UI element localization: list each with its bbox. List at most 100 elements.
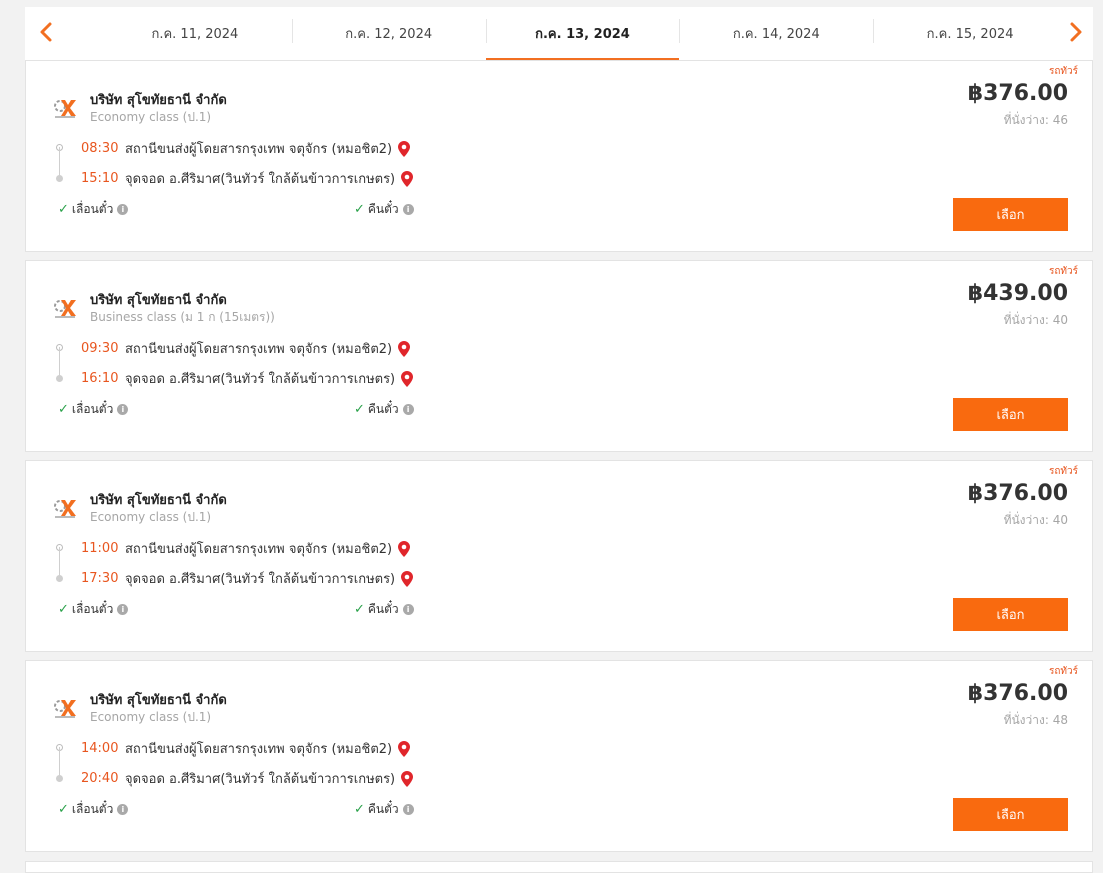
company-logo-icon [54, 700, 76, 718]
select-button[interactable]: เลือก [953, 798, 1068, 831]
arrival-stop: 16:10 จุดจอด อ.ศีริมาศ(วินทัวร์ ใกล้ต้นข… [81, 368, 414, 389]
map-pin-icon[interactable] [398, 140, 411, 157]
ticket-price: ฿439.00 [967, 281, 1068, 306]
check-icon: ✓ [354, 802, 365, 817]
map-pin-icon[interactable] [398, 340, 411, 357]
date-tab[interactable]: ก.ค. 14, 2024 [679, 7, 873, 60]
date-selector-bar: ก.ค. 11, 2024 ก.ค. 12, 2024 ก.ค. 13, 202… [25, 7, 1093, 61]
info-icon[interactable]: i [117, 404, 129, 415]
date-tab-active[interactable]: ก.ค. 13, 2024 [485, 7, 680, 61]
trip-card: รถทัวร์ บริษัท สุโขทัยธานี จำกัด Economy… [25, 660, 1093, 852]
bus-type-label: รถทัวร์ [1048, 266, 1078, 277]
select-button[interactable]: เลือก [953, 398, 1068, 431]
refund-policy: ✓ คืนตั๋ว i [354, 600, 414, 619]
date-tabs: ก.ค. 11, 2024 ก.ค. 12, 2024 ก.ค. 13, 202… [98, 7, 1067, 61]
trip-card: รถทัวร์ บริษัท สุโขทัยธานี จำกัด Economy… [25, 60, 1093, 252]
departure-station: สถานีขนส่งผู้โดยสารกรุงเทพ จตุจักร (หมอช… [125, 542, 393, 557]
departure-station: สถานีขนส่งผู้โดยสารกรุงเทพ จตุจักร (หมอช… [125, 742, 393, 757]
map-pin-icon[interactable] [398, 740, 411, 757]
seat-class: Economy class (ป.1) [90, 510, 212, 524]
select-button[interactable]: เลือก [953, 598, 1068, 631]
reschedule-label: เลื่อนตั๋ว [71, 402, 114, 416]
info-icon[interactable]: i [402, 404, 414, 415]
seat-class: Business class (ม 1 ก (15เมตร)) [90, 310, 275, 324]
arrival-stop: 17:30 จุดจอด อ.ศีริมาศ(วินทัวร์ ใกล้ต้นข… [81, 568, 414, 589]
date-tab[interactable]: ก.ค. 15, 2024 [873, 7, 1067, 60]
map-pin-icon[interactable] [401, 770, 414, 787]
company-name: บริษัท สุโขทัยธานี จำกัด [90, 493, 227, 508]
date-tab[interactable]: ก.ค. 11, 2024 [98, 7, 292, 60]
reschedule-policy: ✓ เลื่อนตั๋ว i [58, 800, 129, 819]
route-line [59, 547, 60, 578]
refund-policy: ✓ คืนตั๋ว i [354, 800, 414, 819]
departure-time: 08:30 [81, 141, 119, 156]
info-icon[interactable]: i [117, 804, 129, 815]
map-pin-icon[interactable] [401, 170, 414, 187]
arrival-dot [56, 575, 63, 582]
arrival-time: 15:10 [81, 171, 119, 186]
departure-stop: 08:30 สถานีขนส่งผู้โดยสารกรุงเทพ จตุจักร… [81, 138, 411, 159]
check-icon: ✓ [58, 202, 69, 217]
info-icon[interactable]: i [402, 804, 414, 815]
chevron-right-icon[interactable] [1063, 19, 1089, 45]
departure-station: สถานีขนส่งผู้โดยสารกรุงเทพ จตุจักร (หมอช… [125, 342, 393, 357]
info-icon[interactable]: i [402, 604, 414, 615]
bus-type-label: รถทัวร์ [1048, 666, 1078, 677]
company-name: บริษัท สุโขทัยธานี จำกัด [90, 693, 227, 708]
map-pin-icon[interactable] [401, 370, 414, 387]
departure-stop: 14:00 สถานีขนส่งผู้โดยสารกรุงเทพ จตุจักร… [81, 738, 411, 759]
arrival-stop: 20:40 จุดจอด อ.ศีริมาศ(วินทัวร์ ใกล้ต้นข… [81, 768, 414, 789]
map-pin-icon[interactable] [398, 540, 411, 557]
reschedule-policy: ✓ เลื่อนตั๋ว i [58, 600, 129, 619]
arrival-dot [56, 175, 63, 182]
route-line [59, 147, 60, 178]
arrival-station: จุดจอด อ.ศีริมาศ(วินทัวร์ ใกล้ต้นข้าวการ… [125, 372, 396, 387]
trip-card: รถทัวร์ บริษัท สุโขทัยธานี จำกัด Busines… [25, 260, 1093, 452]
departure-time: 09:30 [81, 341, 119, 356]
ticket-price: ฿376.00 [967, 681, 1068, 706]
info-icon[interactable]: i [117, 204, 129, 215]
arrival-station: จุดจอด อ.ศีริมาศ(วินทัวร์ ใกล้ต้นข้าวการ… [125, 572, 396, 587]
reschedule-label: เลื่อนตั๋ว [71, 602, 114, 616]
refund-label: คืนตั๋ว [367, 202, 399, 216]
refund-label: คืนตั๋ว [367, 802, 399, 816]
ticket-price: ฿376.00 [967, 81, 1068, 106]
departure-time: 14:00 [81, 741, 119, 756]
trip-card-partial [25, 861, 1093, 873]
route-line [59, 347, 60, 378]
arrival-dot [56, 375, 63, 382]
arrival-time: 20:40 [81, 771, 119, 786]
bus-type-label: รถทัวร์ [1048, 66, 1078, 77]
select-button[interactable]: เลือก [953, 198, 1068, 231]
refund-policy: ✓ คืนตั๋ว i [354, 400, 414, 419]
seats-available: ที่นั่งว่าง: 48 [1003, 713, 1068, 727]
refund-label: คืนตั๋ว [367, 602, 399, 616]
reschedule-policy: ✓ เลื่อนตั๋ว i [58, 400, 129, 419]
departure-station: สถานีขนส่งผู้โดยสารกรุงเทพ จตุจักร (หมอช… [125, 142, 393, 157]
check-icon: ✓ [58, 802, 69, 817]
reschedule-label: เลื่อนตั๋ว [71, 802, 114, 816]
trip-card: รถทัวร์ บริษัท สุโขทัยธานี จำกัด Economy… [25, 460, 1093, 652]
seats-available: ที่นั่งว่าง: 46 [1003, 113, 1068, 127]
company-name: บริษัท สุโขทัยธานี จำกัด [90, 93, 227, 108]
arrival-station: จุดจอด อ.ศีริมาศ(วินทัวร์ ใกล้ต้นข้าวการ… [125, 172, 396, 187]
chevron-left-icon[interactable] [33, 19, 59, 45]
reschedule-label: เลื่อนตั๋ว [71, 202, 114, 216]
info-icon[interactable]: i [117, 604, 129, 615]
company-name: บริษัท สุโขทัยธานี จำกัด [90, 293, 227, 308]
check-icon: ✓ [354, 202, 365, 217]
bus-type-label: รถทัวร์ [1048, 466, 1078, 477]
ticket-price: ฿376.00 [967, 481, 1068, 506]
check-icon: ✓ [354, 402, 365, 417]
refund-policy: ✓ คืนตั๋ว i [354, 200, 414, 219]
check-icon: ✓ [354, 602, 365, 617]
arrival-dot [56, 775, 63, 782]
company-logo-icon [54, 300, 76, 318]
map-pin-icon[interactable] [401, 570, 414, 587]
check-icon: ✓ [58, 602, 69, 617]
refund-label: คืนตั๋ว [367, 402, 399, 416]
info-icon[interactable]: i [402, 204, 414, 215]
date-tab[interactable]: ก.ค. 12, 2024 [291, 7, 486, 60]
reschedule-policy: ✓ เลื่อนตั๋ว i [58, 200, 129, 219]
departure-stop: 11:00 สถานีขนส่งผู้โดยสารกรุงเทพ จตุจักร… [81, 538, 411, 559]
